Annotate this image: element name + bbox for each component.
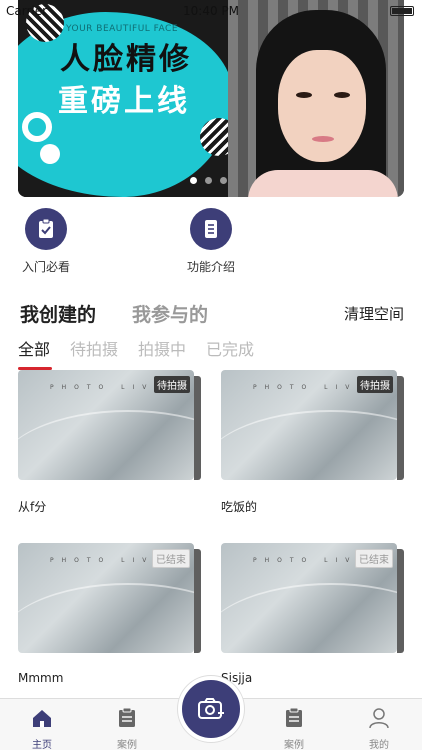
status-badge: 已结束 [355,549,393,568]
cover-text: PHOTO LIV [253,557,358,564]
document-icon [119,707,135,727]
album-name: Sisjja [221,671,253,685]
battery-icon [390,6,414,16]
pagination-dot[interactable] [205,177,212,184]
promo-banner[interactable]: YOUR BEAUTIFUL FACE 人脸精修 重磅上线 [18,0,404,197]
dot-decoration [40,144,60,164]
status-badge: 待拍摄 [357,376,393,393]
main-tabs: 我创建的 我参与的 [20,300,208,327]
tab-label: 案例 [117,740,137,750]
tab-participated[interactable]: 我参与的 [132,300,208,327]
home-icon [33,710,51,727]
clear-space-button[interactable]: 清理空间 [344,303,404,324]
status-filter-tabs: 全部 待拍摄 拍摄中 已完成 [18,336,254,370]
user-icon [369,708,389,729]
album-card[interactable]: PHOTO LIV 已结束 Mmmm [18,543,201,685]
banner-portrait [228,0,404,197]
album-cover: PHOTO LIV 已结束 [18,543,194,653]
filter-tab-pending[interactable]: 待拍摄 [70,336,118,360]
scroll-icon [205,220,217,238]
cover-text: PHOTO LIV [50,557,155,564]
quick-entry-label: 入门必看 [21,260,70,274]
quick-entry-guide[interactable]: 入门必看 [16,208,76,275]
album-card[interactable]: PHOTO LIV 待拍摄 从f分 [18,370,201,515]
filter-tab-shooting[interactable]: 拍摄中 [138,336,186,360]
album-cover: PHOTO LIV 待拍摄 [221,370,397,480]
clipboard-check-icon [39,218,53,238]
tab-profile[interactable]: 我的 [349,707,409,750]
album-name: Mmmm [18,671,64,685]
banner-title-line2: 重磅上线 [58,84,190,119]
pagination-dot[interactable] [220,177,227,184]
quick-entry-features[interactable]: 功能介绍 [181,208,241,275]
create-album-button[interactable] [178,676,244,742]
album-cover: PHOTO LIV 待拍摄 [18,370,194,480]
pagination-dot[interactable] [190,177,197,184]
tab-cases-2[interactable]: 案例 [264,707,324,750]
album-card[interactable]: PHOTO LIV 待拍摄 吃饭的 [221,370,404,515]
document-icon [286,707,302,727]
banner-subtitle: YOUR BEAUTIFUL FACE [66,24,179,34]
tab-created-by-me[interactable]: 我创建的 [20,300,96,327]
album-cover: PHOTO LIV 已结束 [221,543,397,653]
tab-home[interactable]: 主页 [12,707,72,750]
banner-pagination[interactable] [190,177,227,184]
status-badge: 已结束 [152,549,190,568]
tab-label: 案例 [284,740,304,750]
status-time: 10:40 PM [183,4,239,18]
cover-text: PHOTO LIV [253,384,358,391]
cover-text: PHOTO LIV [50,384,155,391]
status-bar: Carrier 10:40 PM [0,0,422,22]
filter-tab-completed[interactable]: 已完成 [206,336,254,360]
quick-entry-label: 功能介绍 [186,260,235,274]
banner-graphic: YOUR BEAUTIFUL FACE 人脸精修 重磅上线 [18,0,228,197]
camera-add-icon [198,698,224,719]
tab-cases[interactable]: 案例 [97,707,157,750]
album-card[interactable]: PHOTO LIV 已结束 Sisjja [221,543,404,685]
album-name: 吃饭的 [221,500,258,514]
banner-title: 人脸精修 [60,42,192,77]
status-badge: 待拍摄 [154,376,190,393]
tab-label: 主页 [32,740,52,750]
filter-tab-all[interactable]: 全部 [18,336,53,370]
tab-label: 我的 [369,740,389,750]
ring-decoration [22,112,52,142]
album-name: 从f分 [18,500,47,514]
